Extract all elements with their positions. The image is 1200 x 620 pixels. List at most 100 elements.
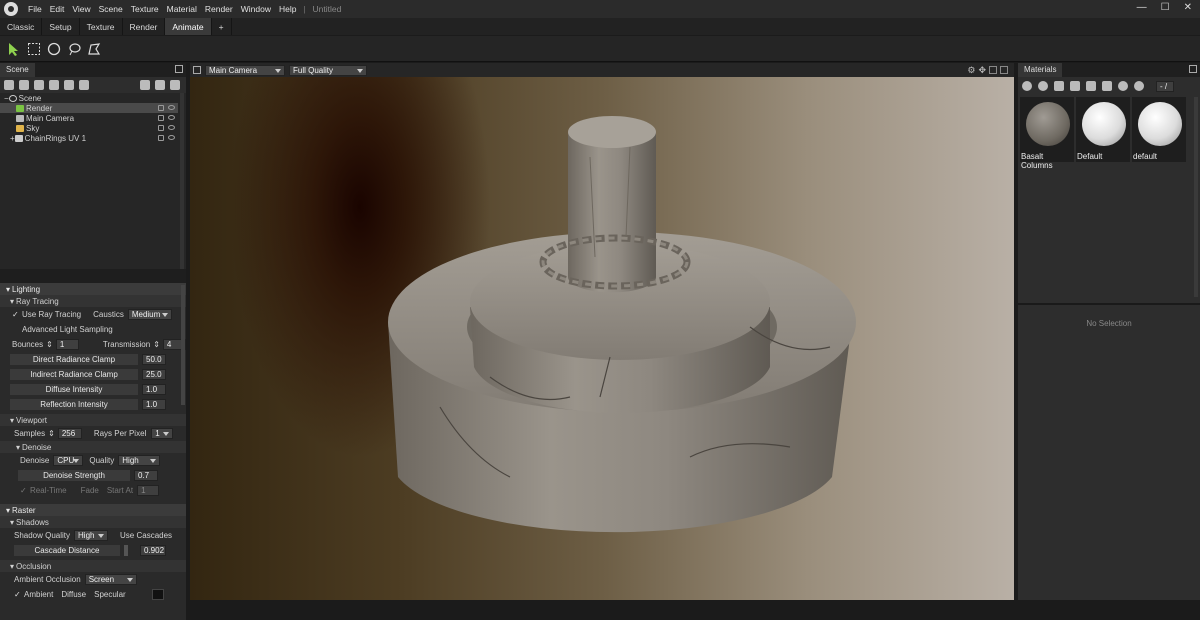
checker-icon[interactable] — [1054, 81, 1064, 91]
specular-label[interactable]: Specular — [94, 590, 126, 599]
menu-window[interactable]: Window — [237, 4, 275, 14]
menu-texture[interactable]: Texture — [127, 4, 163, 14]
reflection-intensity-slider[interactable]: Reflection Intensity — [10, 399, 138, 410]
menu-help[interactable]: Help — [275, 4, 300, 14]
split-view-icon[interactable] — [989, 66, 997, 74]
stepper-icon[interactable]: ⇕ — [46, 340, 53, 349]
direct-radiance-slider[interactable]: Direct Radiance Clamp — [10, 354, 138, 365]
rays-per-pixel-dropdown[interactable]: 1 — [151, 428, 174, 439]
tree-scrollbar[interactable] — [180, 93, 184, 269]
add-environment-icon[interactable] — [64, 80, 74, 90]
materials-scrollbar[interactable] — [1194, 97, 1198, 297]
apply-icon[interactable] — [1118, 81, 1128, 91]
samples-field[interactable]: 256 — [57, 428, 82, 439]
polygon-select-icon[interactable] — [86, 41, 102, 57]
tab-setup[interactable]: Setup — [42, 18, 80, 35]
advanced-sampling-checkbox[interactable] — [12, 326, 19, 333]
occlusion-header[interactable]: ▾ Occlusion — [0, 560, 186, 572]
maximize-icon[interactable]: ☐ — [1161, 2, 1170, 13]
cascade-distance-slider[interactable]: Cascade Distance — [14, 545, 120, 556]
trash-icon[interactable] — [1086, 81, 1096, 91]
lock-icon[interactable] — [158, 125, 164, 131]
lock-icon[interactable] — [158, 115, 164, 121]
tree-item-main-camera[interactable]: Main Camera — [0, 113, 178, 123]
add-sphere-icon[interactable] — [79, 80, 89, 90]
properties-scrollbar[interactable] — [181, 285, 185, 405]
render-canvas[interactable] — [190, 77, 1014, 600]
folder-icon[interactable] — [140, 80, 150, 90]
direct-radiance-field[interactable]: 50.0 — [142, 354, 166, 365]
tab-animate[interactable]: Animate — [165, 18, 212, 35]
box-select-icon[interactable] — [26, 41, 42, 57]
ambient-checkbox[interactable]: ✓ — [14, 591, 21, 599]
circle-select-icon[interactable] — [46, 41, 62, 57]
stepper-icon[interactable]: ⇕ — [153, 340, 160, 349]
use-ray-tracing-checkbox[interactable]: ✓ — [12, 311, 19, 319]
expand-icon[interactable]: + — [10, 134, 15, 143]
cascade-slider-handle[interactable] — [124, 545, 128, 556]
select-arrow-icon[interactable] — [6, 41, 22, 57]
settings-icon[interactable]: ⚙ — [967, 65, 975, 76]
shadows-header[interactable]: ▾ Shadows — [0, 516, 186, 528]
diffuse-label[interactable]: Diffuse — [61, 590, 86, 599]
material-thumb-default[interactable]: Default — [1076, 97, 1130, 162]
add-material-icon[interactable] — [1022, 81, 1032, 91]
cascade-distance-field[interactable]: 0.902 — [140, 545, 166, 556]
eye-icon[interactable] — [168, 115, 175, 120]
menu-material[interactable]: Material — [163, 4, 201, 14]
minimize-icon[interactable]: — — [1137, 2, 1147, 13]
diffuse-intensity-field[interactable]: 1.0 — [142, 384, 166, 395]
menu-render[interactable]: Render — [201, 4, 237, 14]
caustics-dropdown[interactable]: Medium — [127, 309, 172, 320]
add-object-icon[interactable] — [4, 80, 14, 90]
close-icon[interactable]: ✕ — [1184, 2, 1192, 13]
menu-scene[interactable]: Scene — [95, 4, 127, 14]
tree-item-chainrings[interactable]: + ChainRings UV 1 — [0, 133, 178, 143]
eye-icon[interactable] — [168, 135, 175, 140]
indirect-radiance-field[interactable]: 25.0 — [142, 369, 166, 380]
material-thumb-default-2[interactable]: default — [1132, 97, 1186, 162]
realtime-checkbox[interactable]: ✓ — [20, 487, 27, 495]
viewport-header[interactable]: ▾ Viewport — [0, 414, 186, 426]
indirect-radiance-slider[interactable]: Indirect Radiance Clamp — [10, 369, 138, 380]
popout-icon[interactable] — [1189, 65, 1197, 73]
denoise-dropdown[interactable]: CPU — [53, 455, 84, 466]
denoise-header[interactable]: ▾ Denoise — [0, 441, 186, 453]
camera-dropdown[interactable]: Main Camera — [205, 64, 285, 76]
material-page-field[interactable]: - / — [1156, 80, 1174, 92]
quality-mode-dropdown[interactable]: Full Quality — [289, 64, 367, 76]
duplicate-icon[interactable] — [155, 80, 165, 90]
panel-divider[interactable] — [0, 269, 186, 283]
menu-file[interactable]: File — [24, 4, 46, 14]
panel-divider[interactable] — [1018, 303, 1200, 305]
fullscreen-icon[interactable] — [1000, 66, 1008, 74]
trash-icon[interactable] — [170, 80, 180, 90]
denoise-strength-field[interactable]: 0.7 — [134, 470, 158, 481]
move-icon[interactable]: ✥ — [978, 65, 986, 76]
grid-icon[interactable] — [193, 66, 201, 74]
tree-item-sky[interactable]: Sky — [0, 123, 178, 133]
lock-icon[interactable] — [158, 135, 164, 141]
tree-item-scene[interactable]: − Scene — [0, 93, 178, 103]
link-icon[interactable] — [1102, 81, 1112, 91]
tab-classic[interactable]: Classic — [0, 18, 43, 35]
material-library-icon[interactable] — [1038, 81, 1048, 91]
popout-icon[interactable] — [175, 65, 183, 73]
diffuse-intensity-slider[interactable]: Diffuse Intensity — [10, 384, 138, 395]
denoise-strength-slider[interactable]: Denoise Strength — [18, 470, 130, 481]
tab-add[interactable]: + — [212, 18, 232, 35]
ray-tracing-header[interactable]: ▾ Ray Tracing — [0, 295, 186, 307]
tab-render[interactable]: Render — [123, 18, 166, 35]
folder-icon[interactable] — [1070, 81, 1080, 91]
raster-section-header[interactable]: ▾ Raster — [0, 504, 186, 516]
eye-icon[interactable] — [168, 105, 175, 110]
remove-icon[interactable] — [1134, 81, 1144, 91]
quality-dropdown[interactable]: High — [118, 455, 161, 466]
add-group-icon[interactable] — [49, 80, 59, 90]
add-light-icon[interactable] — [19, 80, 29, 90]
reflection-intensity-field[interactable]: 1.0 — [142, 399, 166, 410]
color-swatch[interactable] — [151, 589, 164, 600]
lasso-select-icon[interactable] — [66, 41, 82, 57]
menu-edit[interactable]: Edit — [46, 4, 69, 14]
start-at-field[interactable]: 1 — [137, 485, 160, 496]
